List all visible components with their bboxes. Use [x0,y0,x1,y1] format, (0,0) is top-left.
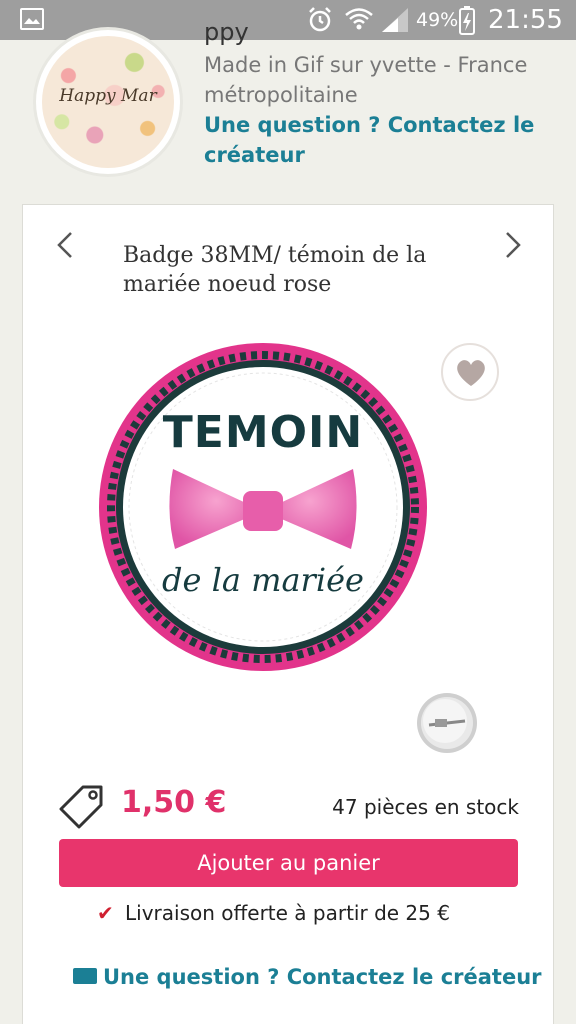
shop-header: Happy Mar ppy Made in Gif sur yvette - F… [0,18,576,190]
price-row: 1,50 € 47 pièces en stock [23,779,555,829]
chevron-right-icon[interactable] [501,229,525,261]
product-price: 1,50 € [121,785,227,820]
product-image[interactable]: TEMOIN de la mariée [97,341,429,673]
wifi-icon [345,8,373,30]
product-title: Badge 38MM/ témoin de la mariée noeud ro… [123,243,427,297]
shop-logo-text: Happy Mar [59,86,157,106]
clock: 21:55 [488,5,563,35]
chevron-left-icon[interactable] [53,229,77,261]
add-to-cart-button[interactable]: Ajouter au panier [59,839,518,887]
shop-logo[interactable]: Happy Mar [36,30,180,174]
contact-link-label: Une question ? Contactez le créateur [103,965,542,989]
stock-count: 47 pièces en stock [332,795,519,819]
heart-icon [457,360,485,386]
favorite-button[interactable] [441,343,499,401]
check-icon: ✔ [97,901,114,925]
delivery-text: Livraison offerte à partir de 25 € [125,901,450,925]
contact-creator-link-bottom[interactable]: Une question ? Contactez le créateur [73,965,542,989]
alarm-icon [309,7,331,32]
shop-location: Made in Gif sur yvette - France métropol… [204,53,528,107]
free-delivery-notice: ✔ Livraison offerte à partir de 25 € [97,901,497,925]
contact-creator-link[interactable]: Une question ? Contactez le créateur [204,110,544,170]
price-tag-icon [59,785,103,829]
product-thumbnail-back[interactable] [415,691,479,755]
shop-title[interactable]: ppy [204,18,249,46]
gallery-icon [20,8,44,30]
badge-text-bottom: de la mariée [162,561,364,599]
product-card: Badge 38MM/ témoin de la mariée noeud ro… [22,204,554,1024]
battery-charging-icon [459,6,475,35]
battery-percent: 49% [416,9,459,31]
signal-icon [382,8,408,32]
badge-text-top: TEMOIN [163,407,363,458]
mail-icon [73,968,97,984]
